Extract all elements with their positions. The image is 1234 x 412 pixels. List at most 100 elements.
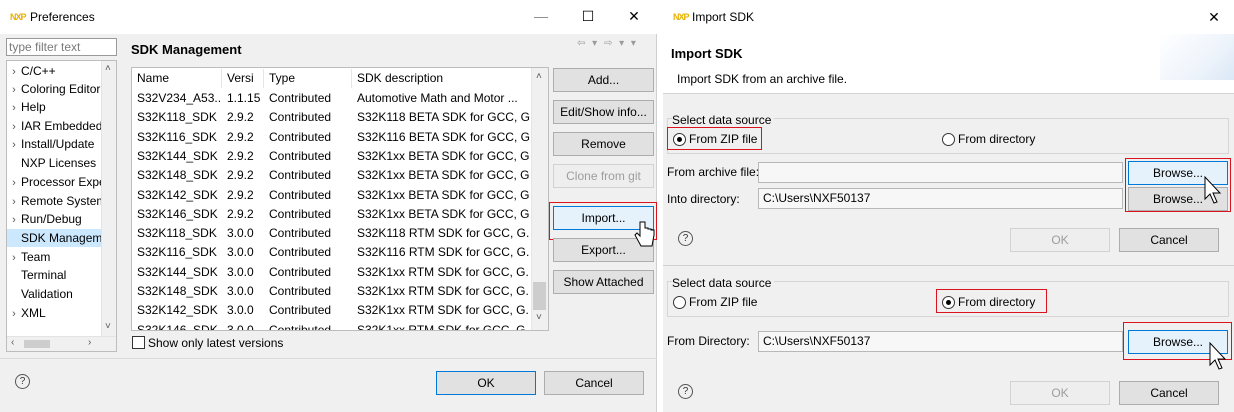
arrow-cursor-icon: [1209, 342, 1227, 370]
ok-button[interactable]: OK: [1010, 228, 1110, 252]
column-header-description[interactable]: SDK description: [352, 69, 530, 88]
radio-zip-label: From ZIP file: [689, 295, 758, 309]
help-icon[interactable]: ?: [678, 384, 693, 399]
table-cell: S32K148_SDK: [137, 284, 218, 298]
tree-item[interactable]: › Help: [7, 98, 103, 116]
group-label: Select data source: [672, 276, 775, 290]
table-cell: Contributed: [269, 129, 332, 144]
arrow-cursor-icon: [1204, 176, 1222, 204]
show-attached-button[interactable]: Show Attached: [553, 270, 654, 294]
tree-item[interactable]: › C/C++: [7, 62, 103, 80]
header-banner: [1160, 34, 1234, 80]
into-directory-input[interactable]: C:\Users\NXF50137: [758, 188, 1123, 209]
column-header-type[interactable]: Type: [264, 69, 352, 88]
help-icon[interactable]: ?: [678, 231, 693, 246]
table-cell: S32V234_A53...: [137, 91, 222, 105]
show-latest-checkbox[interactable]: [132, 336, 145, 349]
ok-button[interactable]: OK: [1010, 381, 1110, 405]
tree-item-sdk-management[interactable]: SDK Management: [7, 229, 103, 247]
tree-vertical-scrollbar[interactable]: ˄ ˅: [101, 61, 116, 337]
table-cell: S32K116 RTM SDK for GCC, G...: [357, 245, 530, 260]
scroll-down-icon[interactable]: ˅: [105, 321, 111, 332]
scroll-thumb[interactable]: [533, 282, 546, 310]
column-header-name[interactable]: Name: [132, 69, 222, 88]
radio-zip-file[interactable]: [673, 296, 686, 309]
nxp-logo-icon: NXP: [10, 12, 26, 22]
help-icon[interactable]: ?: [15, 374, 30, 389]
wizard-description: Import SDK from an archive file.: [677, 72, 848, 86]
table-cell: S32K1xx BETA SDK for GCC, G...: [357, 148, 530, 163]
edit-show-info-button[interactable]: Edit/Show info...: [553, 100, 654, 124]
ok-button[interactable]: OK: [436, 371, 536, 395]
chevron-right-icon: ›: [12, 121, 16, 133]
divider: [0, 358, 657, 359]
navigation-arrows-icon[interactable]: ⇦ ▾ ⇨ ▾ ▾: [577, 38, 638, 49]
table-cell: S32K142_SDK: [137, 303, 218, 318]
tree-item[interactable]: › Team: [7, 248, 103, 266]
clone-from-git-button[interactable]: Clone from git: [553, 164, 654, 188]
table-cell: S32K118_SDK: [137, 226, 217, 241]
tree-item[interactable]: › XML: [7, 304, 103, 322]
from-directory-input[interactable]: C:\Users\NXF50137: [758, 331, 1123, 352]
table-cell: S32K146_SDK: [137, 206, 218, 221]
table-cell: 3.0.0: [227, 226, 254, 241]
archive-file-input[interactable]: [758, 162, 1123, 183]
radio-directory[interactable]: [942, 133, 955, 146]
table-cell: Automotive Math and Motor ...: [357, 91, 518, 105]
table-cell: 1.1.15: [227, 91, 261, 105]
scroll-right-icon[interactable]: ›: [88, 337, 91, 348]
cancel-button[interactable]: Cancel: [1119, 381, 1219, 405]
import-titlebar: NXP Import SDK ✕: [663, 0, 1234, 34]
scroll-down-icon[interactable]: ˅: [536, 312, 542, 323]
table-cell: S32K1xx BETA SDK for GCC, G...: [357, 168, 530, 183]
scroll-left-icon[interactable]: ‹: [11, 337, 14, 348]
scroll-up-icon[interactable]: ˄: [105, 63, 111, 74]
table-cell: 3.0.0: [227, 322, 254, 331]
filter-input[interactable]: [6, 38, 117, 56]
cancel-button[interactable]: Cancel: [1119, 228, 1219, 252]
table-cell: S32K118 BETA SDK for GCC, G...: [357, 110, 530, 125]
cancel-button[interactable]: Cancel: [544, 371, 644, 395]
table-cell: Contributed: [269, 110, 332, 125]
tree-item[interactable]: ›Processor Expert: [7, 173, 103, 191]
minimize-icon[interactable]: —: [531, 8, 551, 24]
maximize-icon[interactable]: ☐: [578, 8, 598, 25]
table-cell: 2.9.2: [227, 110, 254, 125]
table-cell: 3.0.0: [227, 284, 254, 298]
tree-item[interactable]: Terminal: [7, 266, 103, 284]
close-icon[interactable]: ✕: [624, 8, 644, 25]
tree-item[interactable]: › Coloring Editor: [7, 80, 103, 98]
table-cell: S32K116 BETA SDK for GCC, G...: [357, 129, 530, 144]
tree-item[interactable]: › Install/Update: [7, 135, 103, 153]
window-title: Preferences: [30, 10, 95, 24]
tree-item[interactable]: NXP Licenses: [7, 154, 103, 172]
wizard-header: Import SDK Import SDK from an archive fi…: [663, 34, 1234, 94]
wizard-title: Import SDK: [671, 46, 743, 61]
tree-item[interactable]: ›Remote Systems: [7, 192, 103, 210]
hand-cursor-icon: [634, 221, 655, 247]
tree-item[interactable]: › IAR Embedded: [7, 117, 103, 135]
table-cell: 2.9.2: [227, 148, 254, 163]
close-icon[interactable]: ✕: [1204, 9, 1224, 26]
page-title: SDK Management: [131, 42, 242, 57]
scroll-thumb[interactable]: [24, 340, 50, 348]
tree-horizontal-scrollbar[interactable]: ‹ ›: [7, 336, 116, 351]
table-cell: S32K118_SDK: [137, 110, 217, 125]
preference-tree: › C/C++ › Coloring Editor › Help › IAR Embed…: [6, 60, 117, 352]
column-header-version[interactable]: Versi: [222, 69, 264, 88]
add-button[interactable]: Add...: [553, 68, 654, 92]
table-cell: Contributed: [269, 303, 332, 318]
table-cell: S32K144_SDK: [137, 264, 218, 279]
table-cell: Contributed: [269, 187, 332, 202]
table-cell: Contributed: [269, 226, 332, 241]
table-cell: S32K118 RTM SDK for GCC, G...: [357, 226, 530, 241]
table-cell: Contributed: [269, 168, 332, 183]
tree-item[interactable]: Validation: [7, 285, 103, 303]
remove-button[interactable]: Remove: [553, 132, 654, 156]
table-cell: 3.0.0: [227, 264, 254, 279]
tree-item[interactable]: › Run/Debug: [7, 210, 103, 228]
chevron-right-icon: ›: [12, 102, 16, 114]
archive-file-label: From archive file:: [667, 165, 760, 179]
show-latest-label: Show only latest versions: [148, 336, 284, 350]
scroll-up-icon[interactable]: ˄: [536, 71, 542, 82]
